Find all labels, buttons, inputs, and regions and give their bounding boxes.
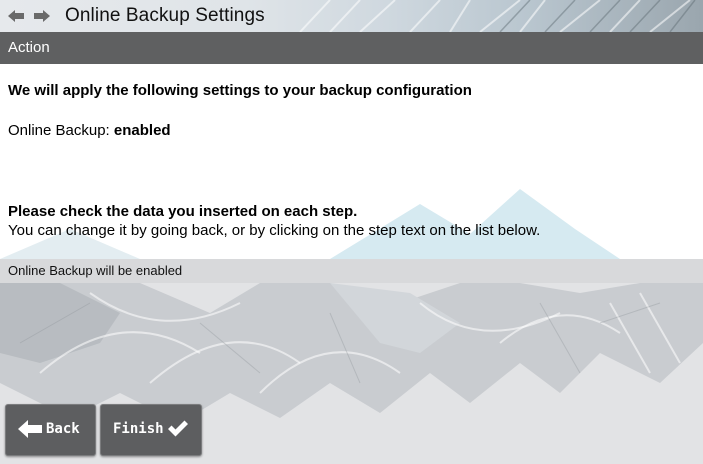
finish-button-label: Finish — [113, 421, 164, 437]
checkmark-icon — [168, 420, 188, 437]
action-bar: Action — [0, 32, 703, 64]
finish-button[interactable]: Finish — [100, 404, 202, 456]
summary-heading: We will apply the following settings to … — [8, 82, 472, 99]
arrow-left-icon — [18, 420, 42, 438]
setting-value: enabled — [113, 122, 171, 139]
title-bar: Online Backup Settings — [0, 0, 703, 32]
setting-label: Online Backup: — [8, 122, 114, 139]
arrow-left-icon[interactable] — [8, 9, 24, 23]
settings-summary-panel: We will apply the following settings to … — [0, 64, 703, 259]
step-list: Online Backup will be enabled — [0, 259, 703, 283]
check-instructions: You can change it by going back, or by c… — [8, 222, 541, 239]
step-list-item[interactable]: Online Backup will be enabled — [8, 263, 182, 278]
action-bar-label: Action — [8, 39, 50, 56]
check-heading: Please check the data you inserted on ea… — [8, 203, 358, 220]
back-button-label: Back — [46, 421, 80, 437]
back-button[interactable]: Back — [5, 404, 96, 456]
arrow-right-icon[interactable] — [34, 9, 50, 23]
page-title: Online Backup Settings — [65, 5, 265, 26]
setting-row: Online Backup: enabled — [8, 122, 171, 139]
